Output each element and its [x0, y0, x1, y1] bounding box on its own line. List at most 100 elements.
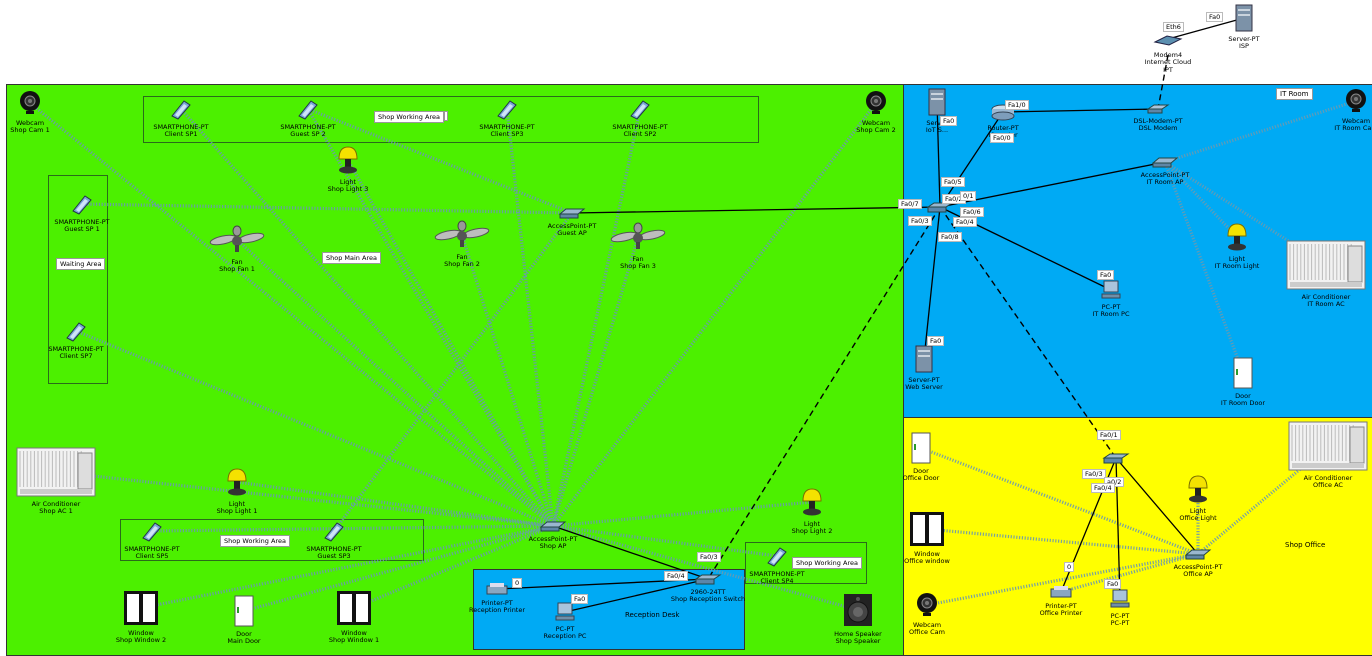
- device-officedoor[interactable]: Door Office Door: [876, 432, 966, 483]
- ap-icon: [1153, 548, 1243, 563]
- device-fan2[interactable]: Fan Shop Fan 2: [417, 220, 507, 269]
- device-label: Shop AP: [539, 542, 567, 550]
- device-itpc[interactable]: PC-PT IT Room PC: [1066, 280, 1156, 319]
- device-label: Shop Window 1: [328, 636, 380, 644]
- device-officelight[interactable]: Light Office Light: [1153, 474, 1243, 523]
- device-light2[interactable]: Light Shop Light 2: [767, 487, 857, 536]
- device-officeap[interactable]: AccessPoint-PT Office AP: [1153, 548, 1243, 579]
- port-osw-fa03: Fa0/3: [1082, 469, 1106, 479]
- device-label: Office AC: [1313, 481, 1343, 489]
- shop-main-area-label: Shop Main Area: [322, 252, 381, 264]
- window-icon: [309, 590, 399, 629]
- device-csp3[interactable]: SMARTPHONE-PT Client SP3: [462, 98, 552, 139]
- phone-icon: [595, 98, 685, 123]
- device-label: Client SP2: [623, 130, 657, 138]
- device-itdoor[interactable]: Door IT Room Door: [1198, 357, 1288, 408]
- device-label: Guest SP3: [317, 552, 351, 560]
- device-officesw[interactable]: [1071, 452, 1161, 468]
- light-icon: [767, 487, 857, 520]
- device-itcam[interactable]: WebcamIT Room Cam: [1311, 88, 1372, 133]
- device-officeac[interactable]: Air Conditioner Office AC: [1283, 421, 1372, 490]
- device-itlight[interactable]: Light IT Room Light: [1192, 222, 1282, 271]
- device-label: Shop Light 2: [791, 527, 833, 535]
- port-isp-fa0: Fa0: [1206, 12, 1224, 22]
- port-rsw-fa03: Fa0/3: [697, 552, 721, 562]
- device-pc_r[interactable]: PC-PT Reception PC: [520, 602, 610, 641]
- shop-working-area-top-marker: [444, 111, 448, 121]
- wireless-link-cam1-shopap: [28, 101, 555, 528]
- router-icon: [958, 103, 1048, 124]
- device-shopap[interactable]: AccessPoint-PT Shop AP: [508, 520, 598, 551]
- device-officecam[interactable]: Webcam Office Cam: [882, 592, 972, 637]
- device-csp1[interactable]: SMARTPHONE-PT Client SP1: [136, 98, 226, 139]
- modem-icon: [1113, 104, 1203, 117]
- device-officepc[interactable]: PC-PT PC-PT: [1075, 589, 1165, 628]
- device-cam1[interactable]: Webcam Shop Cam 1: [0, 90, 75, 135]
- port-iot-fa0: Fa0: [940, 116, 958, 126]
- port-sw-fa08: Fa0/8: [938, 232, 962, 242]
- ac-icon: [1283, 421, 1372, 474]
- waiting-area-label: Waiting Area: [56, 258, 106, 270]
- cloud-icon: [1123, 30, 1213, 51]
- device-label: Shop Fan 1: [219, 265, 255, 273]
- device-fan1[interactable]: Fan Shop Fan 1: [192, 225, 282, 274]
- device-officewin[interactable]: Window Office window: [882, 511, 972, 566]
- window-icon: [882, 511, 972, 550]
- light-icon: [1153, 474, 1243, 507]
- fan-icon: [192, 225, 282, 258]
- device-light1[interactable]: Light Shop Light 1: [192, 467, 282, 516]
- wired-link-guestap-mainsw: [571, 206, 941, 214]
- ac-icon: [1281, 240, 1371, 293]
- device-label: IT Room Cam: [1334, 124, 1372, 132]
- device-label: IT Room AC: [1307, 300, 1345, 308]
- device-label: Shop Speaker: [835, 637, 881, 645]
- device-gsp1[interactable]: SMARTPHONE-PT Guest SP 1: [37, 193, 127, 234]
- device-maindoor[interactable]: Door Main Door: [199, 595, 289, 646]
- device-label: Shop AC 1: [39, 507, 73, 515]
- device-dslmodem[interactable]: DSL-Modem-PT DSL Modem: [1113, 104, 1203, 133]
- switch-icon: [1071, 452, 1161, 467]
- device-light3[interactable]: Light Shop Light 3: [303, 145, 393, 194]
- device-win1[interactable]: Window Shop Window 1: [309, 590, 399, 645]
- port-osw-fa04: Fa0/4: [1091, 483, 1115, 493]
- device-label: IPT: [1163, 65, 1173, 74]
- phone-icon: [732, 545, 822, 570]
- device-label: Office Light: [1179, 514, 1217, 522]
- wireless-link-ac1-shopap: [55, 470, 554, 528]
- device-label: Office window: [904, 557, 950, 565]
- device-gsp3[interactable]: SMARTPHONE-PT Guest SP3: [289, 520, 379, 561]
- device-label: Client SP5: [135, 552, 169, 560]
- device-csp5[interactable]: SMARTPHONE-PT Client SP5: [107, 520, 197, 561]
- device-csp7[interactable]: SMARTPHONE-PT Client SP7: [31, 320, 121, 361]
- webcam-icon: [882, 592, 972, 621]
- device-gsp2[interactable]: SMARTPHONE-PT Guest SP 2: [263, 98, 353, 139]
- device-ac1[interactable]: Air Conditioner Shop AC 1: [11, 447, 101, 516]
- phone-icon: [107, 520, 197, 545]
- device-win2[interactable]: Window Shop Window 2: [96, 590, 186, 645]
- port-rsw-fa04: Fa0/4: [664, 571, 688, 581]
- device-label: DSL Modem: [1138, 124, 1178, 132]
- ap-icon: [508, 520, 598, 535]
- server-icon: [879, 345, 969, 376]
- device-modem4[interactable]: Modem4 Internet Cloud IPT: [1123, 30, 1213, 74]
- wireless-link-fan1-shopap: [235, 238, 555, 528]
- device-itac[interactable]: Air Conditioner IT Room AC: [1281, 240, 1371, 309]
- phone-icon: [462, 98, 552, 123]
- pc-icon: [520, 602, 610, 625]
- device-label: Shop Light 3: [327, 185, 369, 193]
- window-icon: [96, 590, 186, 629]
- port-opc-fa0: Fa0: [1104, 579, 1122, 589]
- device-csp2[interactable]: SMARTPHONE-PT Client SP2: [595, 98, 685, 139]
- device-label: Guest SP 1: [64, 225, 100, 233]
- wireless-link-csp3-shopap: [505, 108, 555, 527]
- port-itpc-fa0: Fa0: [1097, 270, 1115, 280]
- device-fan3[interactable]: Fan Shop Fan 3: [593, 222, 683, 271]
- device-label: Client SP3: [490, 130, 524, 138]
- shop-office-label: Shop Office: [1285, 541, 1326, 549]
- port-rpc-fa0: Fa0: [571, 594, 589, 604]
- wireless-link-gsp1-guestap: [81, 202, 573, 215]
- device-itap[interactable]: AccessPoint-PT IT Room AP: [1120, 156, 1210, 187]
- device-webserver[interactable]: Server-PT Web Server: [879, 345, 969, 392]
- door-icon: [1198, 357, 1288, 392]
- phone-icon: [136, 98, 226, 123]
